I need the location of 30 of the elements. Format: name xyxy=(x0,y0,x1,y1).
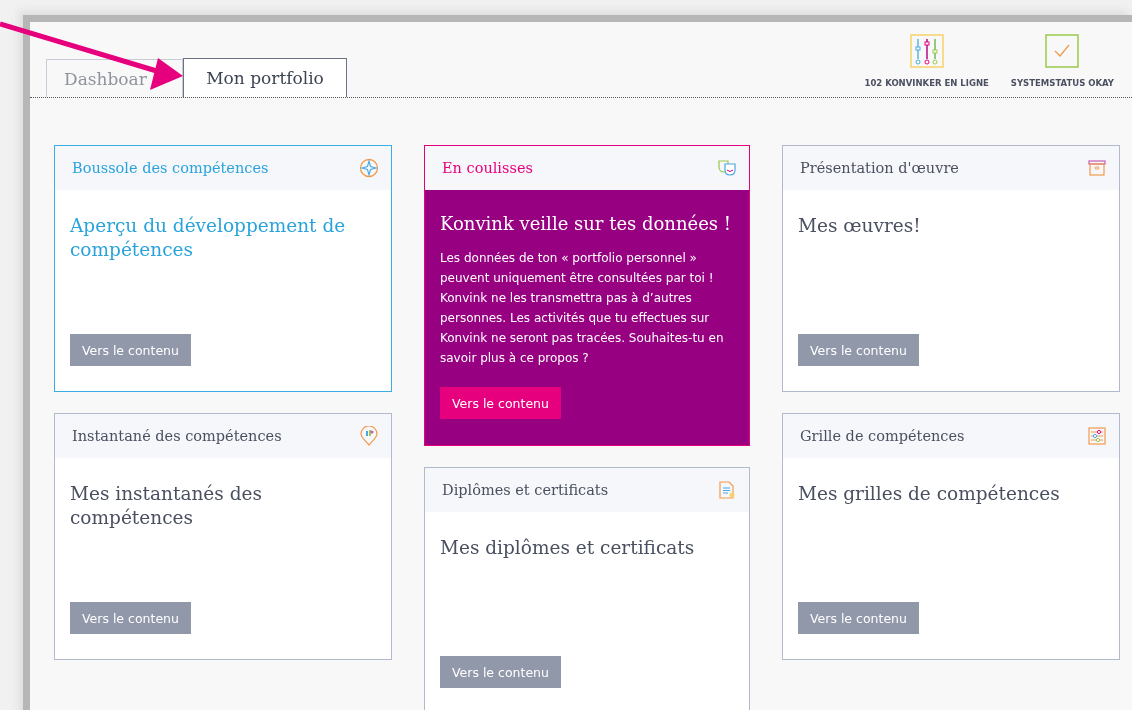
view-content-button[interactable]: Vers le contenu xyxy=(440,656,561,688)
list-sliders-icon xyxy=(1087,426,1107,446)
sliders-icon xyxy=(909,34,944,68)
tab[interactable]: Mon portfolio xyxy=(183,58,347,97)
status-label: 102 KONVINKER EN LIGNE xyxy=(864,78,989,88)
card-title: Instantané des compétences xyxy=(72,428,282,444)
card-heading: Aperçu du développement de compétences xyxy=(70,214,347,262)
card-heading: Mes grilles de compétences xyxy=(798,482,1061,506)
certificate-icon xyxy=(717,480,737,500)
card-heading: Mes instantanés des compétences xyxy=(70,482,263,530)
card-title: Diplômes et certificats xyxy=(442,482,609,498)
card-heading: Mes œuvres! xyxy=(798,214,922,238)
view-content-button[interactable]: Vers le contenu xyxy=(70,334,191,366)
card-title: Grille de compétences xyxy=(800,428,965,444)
status-label: SYSTEMSTATUS OKAY xyxy=(1010,78,1114,88)
card-heading: Konvink veille sur tes données ! xyxy=(440,212,733,236)
checkmark-icon xyxy=(1045,34,1080,68)
card-heading: Mes diplômes et certificats xyxy=(440,536,696,560)
compass-icon xyxy=(359,158,379,178)
masks-icon xyxy=(717,158,737,178)
view-content-button[interactable]: Vers le contenu xyxy=(798,334,919,366)
view-content-button[interactable]: Vers le contenu xyxy=(70,602,191,634)
card-description: Les données de ton « portfolio personnel » peuvent uniquement être consultées par toi ! Konvink ne les transmettra pas à d’autres personnes. Les activités que tu effectues sur Konvink ne seront pas tracées. Souhaites-tu en savoir plus à ce propos ? xyxy=(440,250,725,367)
map-pin-icon xyxy=(359,426,379,446)
card-title: Boussole des compétences xyxy=(72,160,269,176)
view-content-button[interactable]: Vers le contenu xyxy=(798,602,919,634)
card-title: En coulisses xyxy=(442,160,533,176)
view-content-button[interactable]: Vers le contenu xyxy=(440,387,561,419)
box-icon xyxy=(1087,158,1107,178)
card-title: Présentation d'œuvre xyxy=(800,160,959,176)
